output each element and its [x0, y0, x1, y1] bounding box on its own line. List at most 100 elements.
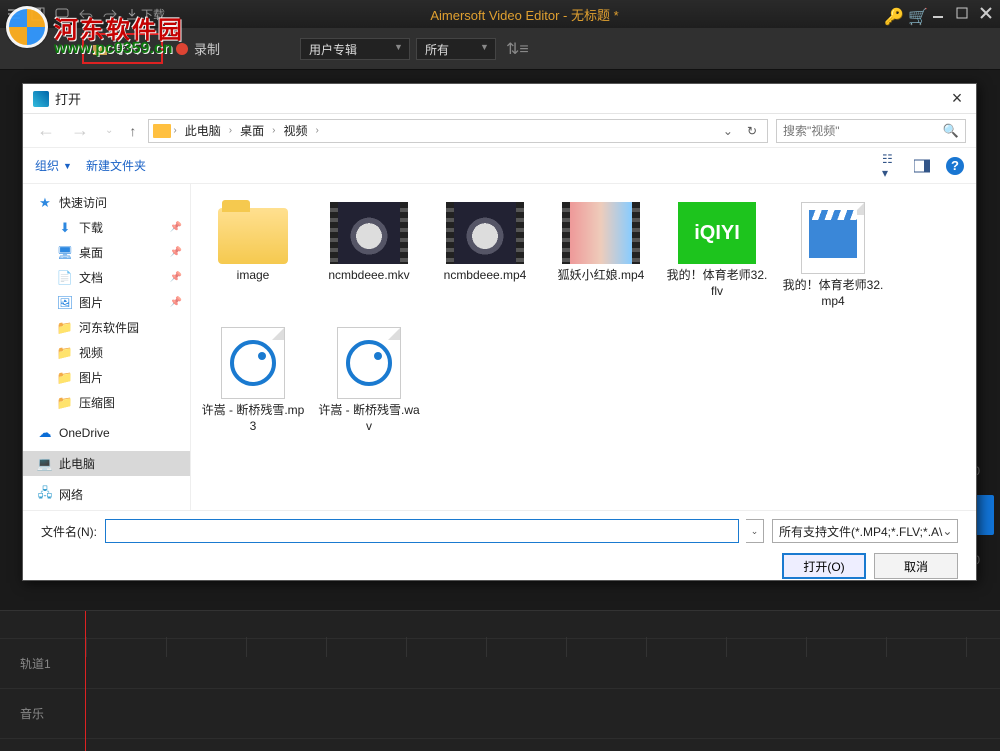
- file-item[interactable]: 许嵩 - 断桥残雪.wav: [313, 323, 425, 438]
- video-thumb-icon: [562, 202, 640, 264]
- file-item[interactable]: iQIYI 我的！体育老师32.flv: [661, 198, 773, 313]
- menu-icon[interactable]: [6, 6, 22, 22]
- close-button[interactable]: [980, 7, 994, 21]
- redo-icon[interactable]: [102, 6, 118, 22]
- sort-icon[interactable]: ⇅≡: [502, 39, 533, 59]
- sidebar-downloads[interactable]: ⬇下载: [23, 215, 190, 240]
- playhead[interactable]: [85, 611, 86, 751]
- maximize-button[interactable]: [956, 7, 970, 21]
- chat-icon[interactable]: [54, 6, 70, 22]
- download-icon: ⬇: [57, 220, 73, 236]
- dialog-icon: [33, 91, 49, 107]
- folder-icon: 📁: [57, 370, 73, 386]
- folder-icon: [218, 208, 288, 264]
- file-item[interactable]: ncmbdeee.mkv: [313, 198, 425, 313]
- sidebar-desktop[interactable]: 🖥桌面: [23, 240, 190, 265]
- search-box[interactable]: 🔍: [776, 119, 966, 143]
- undo-icon[interactable]: [78, 6, 94, 22]
- app-title: Aimersoft Video Editor - 无标题 *: [165, 5, 884, 24]
- file-item[interactable]: 许嵩 - 断桥残雪.mp3: [197, 323, 309, 438]
- video-thumb-icon: [446, 202, 524, 264]
- import-label: 导入: [113, 39, 139, 58]
- cancel-button[interactable]: 取消: [874, 553, 958, 579]
- audio-file-icon: [337, 327, 401, 399]
- folder-open-icon: [92, 42, 108, 56]
- cloud-icon: ☁: [37, 425, 53, 441]
- preview-pane-button[interactable]: [914, 158, 930, 174]
- help-button[interactable]: ?: [946, 157, 964, 175]
- timeline: 轨道1 音乐: [0, 610, 1000, 751]
- save-icon[interactable]: [30, 6, 46, 22]
- dialog-close-button[interactable]: ×: [948, 88, 966, 109]
- crumb-video[interactable]: 视频: [277, 120, 313, 142]
- minimize-button[interactable]: [932, 7, 946, 21]
- search-input[interactable]: [783, 124, 943, 138]
- file-item[interactable]: ncmbdeee.mp4: [429, 198, 541, 313]
- sidebar-quick-access[interactable]: ★快速访问: [23, 190, 190, 215]
- sidebar-network-pc[interactable]: 💻DESKTOP-7ETO: [23, 507, 190, 510]
- desktop-icon: 🖥: [57, 245, 73, 261]
- crumb-desktop[interactable]: 桌面: [234, 120, 270, 142]
- file-item[interactable]: image: [197, 198, 309, 313]
- address-dropdown[interactable]: ⌄: [717, 124, 739, 138]
- file-list: image ncmbdeee.mkv ncmbdeee.mp4 狐妖小红娘.mp…: [191, 184, 976, 510]
- organize-button[interactable]: 组织 ▼: [35, 157, 72, 174]
- app-toolbar: 导入 ▼ 录制 用户专辑 所有 ⇅≡: [0, 28, 1000, 70]
- sidebar-pictures[interactable]: 🖼图片: [23, 290, 190, 315]
- album-select[interactable]: 用户专辑: [300, 38, 410, 60]
- record-button[interactable]: 录制: [167, 35, 228, 62]
- sidebar-documents[interactable]: 📄文档: [23, 265, 190, 290]
- chevron-down-icon: ▼: [144, 44, 153, 54]
- video-thumb-icon: [330, 202, 408, 264]
- address-bar[interactable]: › 此电脑 › 桌面 › 视频 › ⌄ ↻: [148, 119, 768, 143]
- nav-back-button[interactable]: ←: [33, 120, 59, 141]
- filetype-filter[interactable]: 所有支持文件(*.MP4;*.FLV;*.A\: [772, 519, 958, 543]
- document-icon: 📄: [57, 270, 73, 286]
- dialog-title: 打开: [55, 89, 81, 108]
- folder-icon: 📁: [57, 345, 73, 361]
- timeline-ruler: [86, 637, 1000, 657]
- filename-input[interactable]: [105, 519, 739, 543]
- crumb-thispc[interactable]: 此电脑: [179, 120, 227, 142]
- filename-label: 文件名(N):: [41, 523, 97, 540]
- filter-select[interactable]: 所有: [416, 38, 496, 60]
- video-file-icon: [801, 202, 865, 274]
- network-icon: 🖧: [37, 487, 53, 503]
- sidebar-network[interactable]: 🖧网络: [23, 482, 190, 507]
- sidebar-folder-1[interactable]: 📁河东软件园: [23, 315, 190, 340]
- open-button[interactable]: 打开(O): [782, 553, 866, 579]
- pc-icon: 💻: [37, 456, 53, 472]
- folder-icon: 📁: [57, 395, 73, 411]
- file-item[interactable]: 我的！体育老师32.mp4: [777, 198, 889, 313]
- import-button[interactable]: 导入 ▼: [84, 35, 161, 62]
- open-file-dialog: 打开 × ← → ⌄ ↑ › 此电脑 › 桌面 › 视频 › ⌄ ↻ 🔍 组织 …: [22, 83, 977, 581]
- app-titlebar: 下载 Aimersoft Video Editor - 无标题 * 🔑 🛒: [0, 0, 1000, 28]
- sidebar-onedrive[interactable]: ☁OneDrive: [23, 421, 190, 445]
- download-label: 下载: [141, 6, 165, 23]
- nav-forward-button[interactable]: →: [67, 120, 93, 141]
- nav-up-button[interactable]: ↑: [125, 123, 140, 139]
- dialog-toolbar: 组织 ▼ 新建文件夹 ☷ ▾ ?: [23, 148, 976, 184]
- filename-history-button[interactable]: ⌄: [746, 519, 764, 543]
- sidebar-folder-4[interactable]: 📁压缩图: [23, 390, 190, 415]
- sidebar-folder-3[interactable]: 📁图片: [23, 365, 190, 390]
- dialog-navbar: ← → ⌄ ↑ › 此电脑 › 桌面 › 视频 › ⌄ ↻ 🔍: [23, 114, 976, 148]
- sidebar-thispc[interactable]: 💻此电脑: [23, 451, 190, 476]
- dialog-sidebar: ★快速访问 ⬇下载 🖥桌面 📄文档 🖼图片 📁河东软件园 📁视频 📁图片 📁压缩…: [23, 184, 191, 510]
- picture-icon: 🖼: [57, 295, 73, 311]
- iqiyi-icon: iQIYI: [678, 202, 756, 264]
- nav-recent-button[interactable]: ⌄: [101, 125, 117, 136]
- file-item[interactable]: 狐妖小红娘.mp4: [545, 198, 657, 313]
- view-options-button[interactable]: ☷ ▾: [882, 158, 898, 174]
- dialog-titlebar: 打开 ×: [23, 84, 976, 114]
- folder-icon: 📁: [57, 320, 73, 336]
- download-button[interactable]: 下载: [126, 6, 165, 23]
- refresh-button[interactable]: ↻: [741, 124, 763, 138]
- key-icon[interactable]: 🔑: [884, 7, 898, 21]
- record-label: 录制: [194, 39, 220, 58]
- sidebar-folder-2[interactable]: 📁视频: [23, 340, 190, 365]
- new-folder-button[interactable]: 新建文件夹: [86, 157, 146, 174]
- record-icon: [175, 42, 189, 56]
- cart-icon[interactable]: 🛒: [908, 7, 922, 21]
- track-audio[interactable]: 音乐: [0, 689, 1000, 739]
